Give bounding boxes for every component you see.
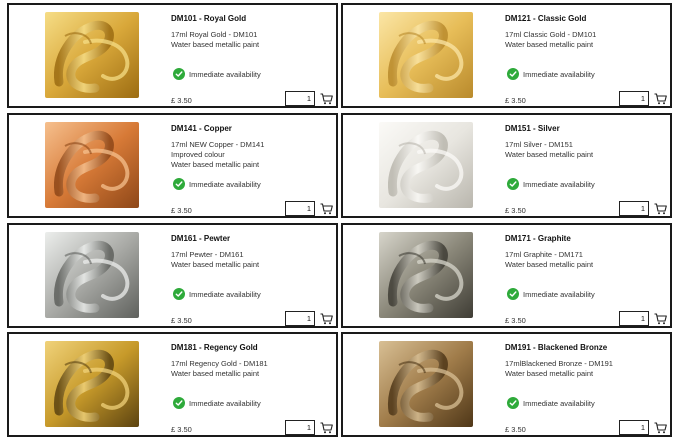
description-line: 17ml NEW Copper - DM141 bbox=[171, 140, 265, 149]
availability-status: Immediate availability bbox=[173, 178, 261, 190]
description-line: Water based metallic paint bbox=[505, 260, 594, 269]
availability-label: Immediate availability bbox=[189, 69, 261, 79]
quantity-input[interactable] bbox=[619, 420, 649, 435]
quantity-input[interactable] bbox=[619, 201, 649, 216]
product-image[interactable] bbox=[45, 12, 139, 98]
product-card: DM181 - Regency Gold 17ml Regency Gold - … bbox=[7, 332, 338, 437]
product-grid: DM101 - Royal Gold 17ml Royal Gold - DM10… bbox=[0, 0, 678, 443]
availability-label: Immediate availability bbox=[189, 289, 261, 299]
availability-label: Immediate availability bbox=[523, 69, 595, 79]
description-line: Water based metallic paint bbox=[171, 40, 260, 49]
product-title[interactable]: DM191 - Blackened Bronze bbox=[505, 343, 607, 352]
check-circle-icon bbox=[507, 288, 519, 300]
description-line: Water based metallic paint bbox=[171, 160, 260, 169]
description-line: 17ml Graphite - DM171 bbox=[505, 250, 583, 259]
product-price: £ 3.50 bbox=[171, 425, 192, 434]
description-line: Water based metallic paint bbox=[505, 150, 594, 159]
product-description: 17ml Graphite - DM171 Water based metalli… bbox=[505, 250, 665, 270]
availability-status: Immediate availability bbox=[507, 68, 595, 80]
product-price: £ 3.50 bbox=[505, 425, 526, 434]
shopping-cart-icon[interactable] bbox=[320, 312, 333, 325]
shopping-cart-icon[interactable] bbox=[654, 312, 667, 325]
description-line: Improved colour bbox=[171, 150, 225, 159]
product-image[interactable] bbox=[45, 122, 139, 208]
product-card: DM171 - Graphite 17ml Graphite - DM171 Wat… bbox=[341, 223, 672, 328]
availability-status: Immediate availability bbox=[507, 178, 595, 190]
shopping-cart-icon[interactable] bbox=[654, 202, 667, 215]
product-image[interactable] bbox=[379, 232, 473, 318]
description-line: Water based metallic paint bbox=[505, 369, 594, 378]
product-image[interactable] bbox=[45, 232, 139, 318]
shopping-cart-icon[interactable] bbox=[654, 421, 667, 434]
description-line: Water based metallic paint bbox=[171, 369, 260, 378]
availability-status: Immediate availability bbox=[173, 397, 261, 409]
product-title[interactable]: DM141 - Copper bbox=[171, 124, 232, 133]
description-line: 17ml Classic Gold - DM101 bbox=[505, 30, 597, 39]
quantity-input[interactable] bbox=[285, 311, 315, 326]
product-card: DM121 - Classic Gold 17ml Classic Gold - … bbox=[341, 3, 672, 108]
product-price: £ 3.50 bbox=[171, 316, 192, 325]
description-line: Water based metallic paint bbox=[171, 260, 260, 269]
product-card: DM161 - Pewter 17ml Pewter - DM161 Water b… bbox=[7, 223, 338, 328]
description-line: Water based metallic paint bbox=[505, 40, 594, 49]
check-circle-icon bbox=[173, 68, 185, 80]
check-circle-icon bbox=[173, 288, 185, 300]
product-description: 17ml Silver - DM151 Water based metallic … bbox=[505, 140, 665, 160]
product-image[interactable] bbox=[45, 341, 139, 427]
check-circle-icon bbox=[173, 397, 185, 409]
quantity-input[interactable] bbox=[619, 91, 649, 106]
availability-label: Immediate availability bbox=[189, 398, 261, 408]
availability-label: Immediate availability bbox=[523, 398, 595, 408]
availability-label: Immediate availability bbox=[523, 289, 595, 299]
check-circle-icon bbox=[507, 68, 519, 80]
check-circle-icon bbox=[173, 178, 185, 190]
description-line: 17mlBlackened Bronze - DM191 bbox=[505, 359, 613, 368]
shopping-cart-icon[interactable] bbox=[320, 202, 333, 215]
product-description: 17ml Regency Gold - DM181 Water based met… bbox=[171, 359, 331, 379]
shopping-cart-icon[interactable] bbox=[654, 92, 667, 105]
product-price: £ 3.50 bbox=[171, 206, 192, 215]
description-line: 17ml Silver - DM151 bbox=[505, 140, 573, 149]
product-price: £ 3.50 bbox=[505, 206, 526, 215]
availability-status: Immediate availability bbox=[173, 288, 261, 300]
shopping-cart-icon[interactable] bbox=[320, 421, 333, 434]
product-title[interactable]: DM101 - Royal Gold bbox=[171, 14, 246, 23]
availability-label: Immediate availability bbox=[189, 179, 261, 189]
product-description: 17ml Royal Gold - DM101 Water based metal… bbox=[171, 30, 331, 50]
product-description: 17ml NEW Copper - DM141 Improved colour Wa… bbox=[171, 140, 331, 170]
product-card: DM101 - Royal Gold 17ml Royal Gold - DM10… bbox=[7, 3, 338, 108]
product-title[interactable]: DM151 - Silver bbox=[505, 124, 560, 133]
check-circle-icon bbox=[507, 178, 519, 190]
product-image[interactable] bbox=[379, 12, 473, 98]
product-price: £ 3.50 bbox=[505, 96, 526, 105]
product-title[interactable]: DM121 - Classic Gold bbox=[505, 14, 586, 23]
availability-label: Immediate availability bbox=[523, 179, 595, 189]
product-card: DM151 - Silver 17ml Silver - DM151 Water b… bbox=[341, 113, 672, 218]
description-line: 17ml Pewter - DM161 bbox=[171, 250, 244, 259]
description-line: 17ml Royal Gold - DM101 bbox=[171, 30, 258, 39]
product-title[interactable]: DM161 - Pewter bbox=[171, 234, 230, 243]
availability-status: Immediate availability bbox=[173, 68, 261, 80]
product-price: £ 3.50 bbox=[171, 96, 192, 105]
product-description: 17ml Pewter - DM161 Water based metallic … bbox=[171, 250, 331, 270]
check-circle-icon bbox=[507, 397, 519, 409]
product-image[interactable] bbox=[379, 122, 473, 208]
product-image[interactable] bbox=[379, 341, 473, 427]
product-card: DM191 - Blackened Bronze 17mlBlackened Br… bbox=[341, 332, 672, 437]
description-line: 17ml Regency Gold - DM181 bbox=[171, 359, 268, 368]
quantity-input[interactable] bbox=[619, 311, 649, 326]
product-description: 17ml Classic Gold - DM101 Water based met… bbox=[505, 30, 665, 50]
shopping-cart-icon[interactable] bbox=[320, 92, 333, 105]
product-title[interactable]: DM171 - Graphite bbox=[505, 234, 571, 243]
product-description: 17mlBlackened Bronze - DM191 Water based … bbox=[505, 359, 665, 379]
availability-status: Immediate availability bbox=[507, 288, 595, 300]
product-price: £ 3.50 bbox=[505, 316, 526, 325]
quantity-input[interactable] bbox=[285, 420, 315, 435]
product-title[interactable]: DM181 - Regency Gold bbox=[171, 343, 258, 352]
availability-status: Immediate availability bbox=[507, 397, 595, 409]
quantity-input[interactable] bbox=[285, 201, 315, 216]
product-card: DM141 - Copper 17ml NEW Copper - DM141 Imp… bbox=[7, 113, 338, 218]
quantity-input[interactable] bbox=[285, 91, 315, 106]
